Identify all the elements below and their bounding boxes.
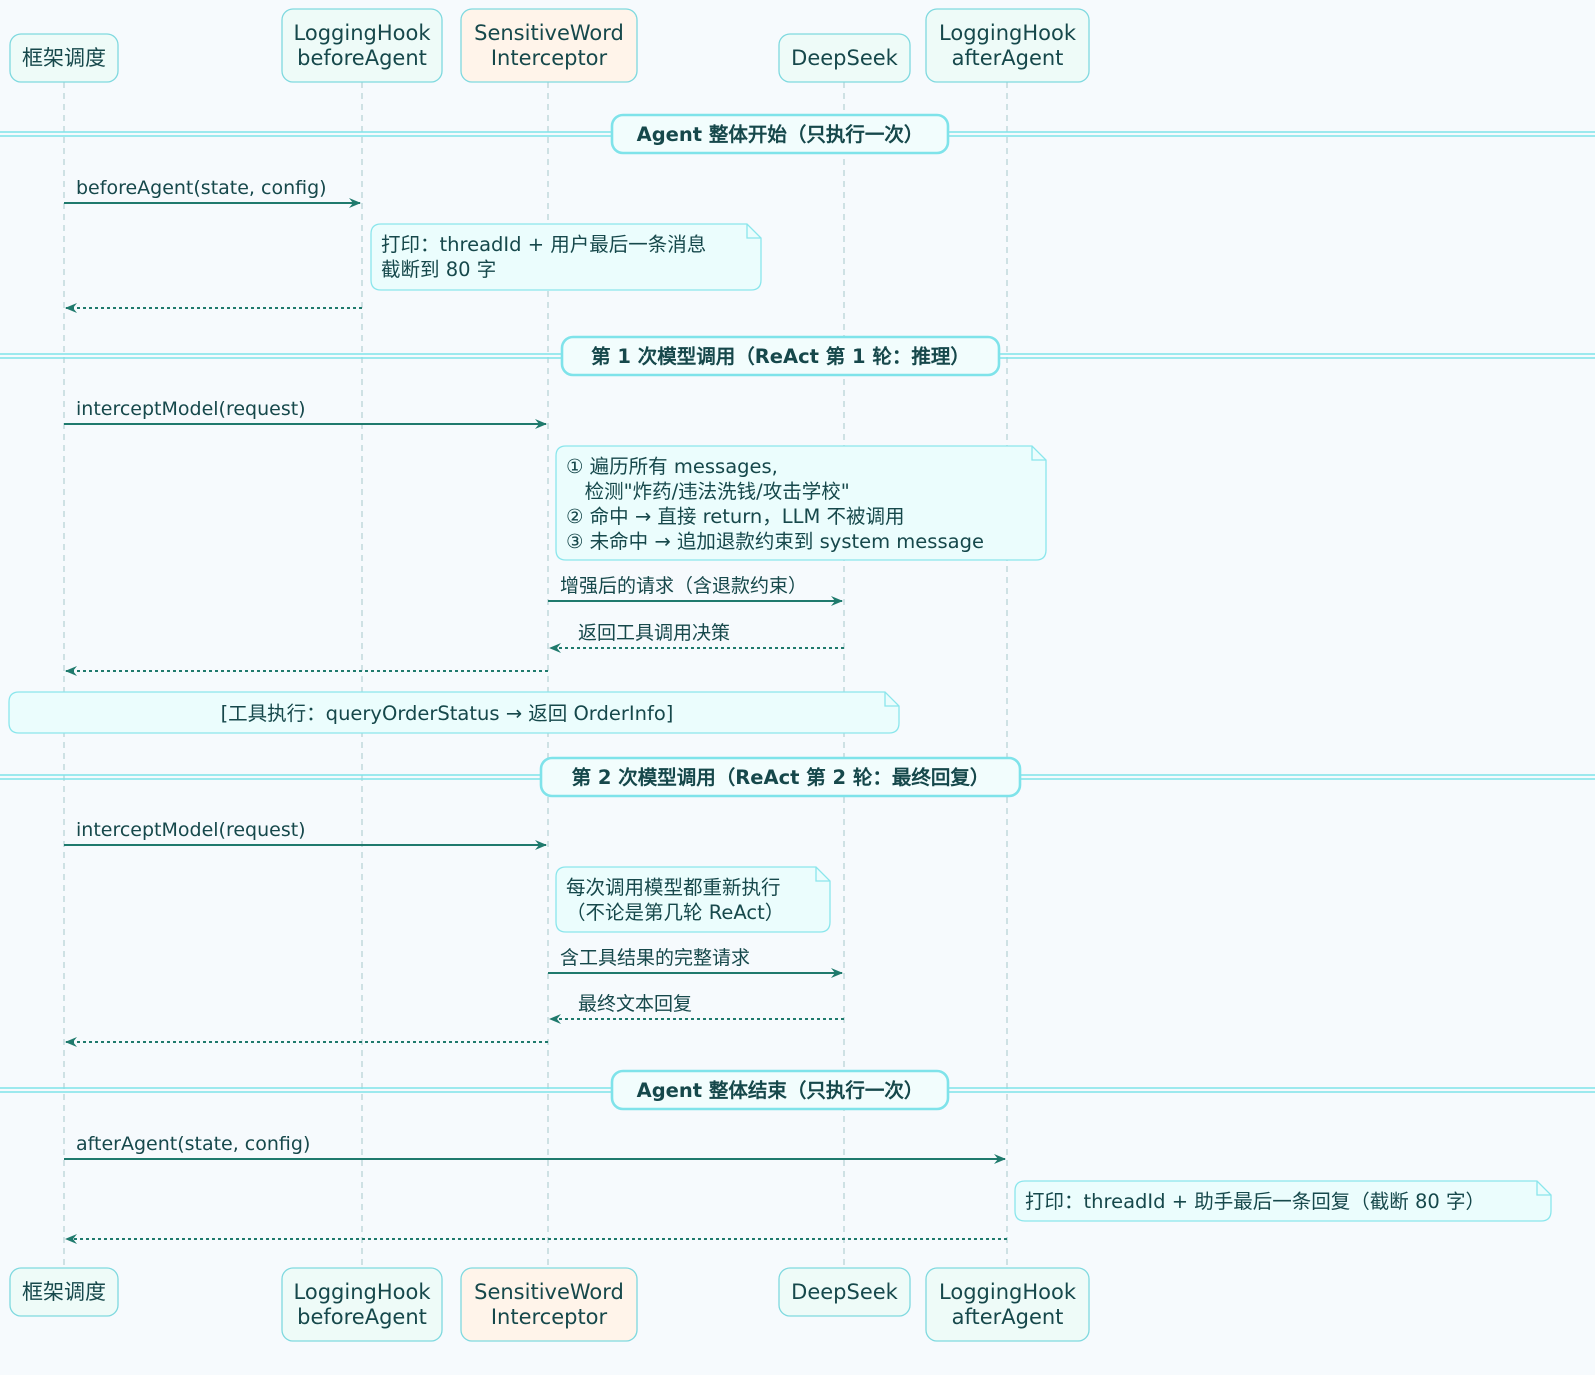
participant-label: beforeAgent <box>297 46 427 70</box>
message-label: interceptModel(request) <box>76 819 306 841</box>
message-8: 含工具结果的完整请求 <box>548 947 843 978</box>
message-7: interceptModel(request) <box>64 819 547 850</box>
divider-label: 第 2 次模型调用（ReAct 第 2 轮：最终回复） <box>572 766 990 789</box>
note-1: 打印：threadId + 用户最后一条消息截断到 80 字 <box>370 223 762 291</box>
note-4: 每次调用模型都重新执行（不论是第几轮 ReAct） <box>555 866 831 933</box>
participant-label: Interceptor <box>491 46 608 70</box>
message-label: 最终文本回复 <box>578 993 692 1015</box>
participant-label: DeepSeek <box>791 1280 899 1304</box>
participant-after-top: LoggingHookafterAgent <box>925 8 1090 83</box>
note-line: [工具执行：queryOrderStatus → 返回 OrderInfo] <box>221 702 674 725</box>
note-line: 每次调用模型都重新执行 <box>566 876 781 899</box>
note-line: 打印：threadId + 用户最后一条消息 <box>381 233 706 256</box>
note-line: 检测"炸药/违法洗钱/攻击学校" <box>566 480 850 503</box>
participant-before-top: LoggingHookbeforeAgent <box>281 8 443 83</box>
message-4: 增强后的请求（含退款约束） <box>548 575 843 606</box>
participant-framework-bottom: 框架调度 <box>9 1267 119 1317</box>
note-5: 打印：threadId + 助手最后一条回复（截断 80 字） <box>1014 1180 1552 1222</box>
divider-1: Agent 整体开始（只执行一次） <box>0 113 1595 155</box>
participant-label: LoggingHook <box>939 21 1077 45</box>
participant-label: afterAgent <box>952 1305 1064 1329</box>
participant-label: LoggingHook <box>939 1280 1077 1304</box>
note-line: ① 遍历所有 messages, <box>566 455 778 478</box>
message-11: afterAgent(state, config) <box>64 1133 1006 1164</box>
participant-after-bottom: LoggingHookafterAgent <box>925 1267 1090 1342</box>
participant-label: SensitiveWord <box>474 1280 624 1304</box>
message-label: 含工具结果的完整请求 <box>560 947 750 969</box>
participant-sensitive-bottom: SensitiveWordInterceptor <box>460 1267 638 1342</box>
divider-4: Agent 整体结束（只执行一次） <box>0 1069 1595 1111</box>
message-label: interceptModel(request) <box>76 398 306 420</box>
participant-label: 框架调度 <box>22 46 106 70</box>
message-label: beforeAgent(state, config) <box>76 177 327 199</box>
participant-label: 框架调度 <box>22 1280 106 1304</box>
divider-label: Agent 整体结束（只执行一次） <box>637 1079 924 1102</box>
participant-label: SensitiveWord <box>474 21 624 45</box>
participant-label: DeepSeek <box>791 46 899 70</box>
sequence-diagram: Agent 整体开始（只执行一次） 第 1 次模型调用（ReAct 第 1 轮：推… <box>0 8 1595 1342</box>
divider-3: 第 2 次模型调用（ReAct 第 2 轮：最终回复） <box>0 756 1595 798</box>
message-3: interceptModel(request) <box>64 398 547 429</box>
note-line: 打印：threadId + 助手最后一条回复（截断 80 字） <box>1025 1190 1485 1213</box>
participant-sensitive-top: SensitiveWordInterceptor <box>460 8 638 83</box>
participant-label: beforeAgent <box>297 1305 427 1329</box>
participant-deepseek-bottom: DeepSeek <box>778 1267 911 1317</box>
note-line: ② 命中 → 直接 return，LLM 不被调用 <box>566 505 905 528</box>
participant-label: Interceptor <box>491 1305 608 1329</box>
note-line: ③ 未命中 → 追加退款约束到 system message <box>566 530 984 553</box>
message-5: 返回工具调用决策 <box>549 622 844 653</box>
message-1: beforeAgent(state, config) <box>64 177 361 208</box>
participant-deepseek-top: DeepSeek <box>778 33 911 83</box>
note-3: [工具执行：queryOrderStatus → 返回 OrderInfo] <box>8 691 900 734</box>
note-2: ① 遍历所有 messages, 检测"炸药/违法洗钱/攻击学校"② 命中 → … <box>555 445 1047 561</box>
message-label: 返回工具调用决策 <box>578 622 730 644</box>
note-line: （不论是第几轮 ReAct） <box>566 901 784 924</box>
participant-label: LoggingHook <box>294 21 432 45</box>
participant-label: afterAgent <box>952 46 1064 70</box>
participant-framework-top: 框架调度 <box>9 33 119 83</box>
participant-before-bottom: LoggingHookbeforeAgent <box>281 1267 443 1342</box>
participant-label: LoggingHook <box>294 1280 432 1304</box>
divider-label: 第 1 次模型调用（ReAct 第 1 轮：推理） <box>591 345 970 368</box>
note-line: 截断到 80 字 <box>381 258 496 281</box>
divider-label: Agent 整体开始（只执行一次） <box>637 123 924 146</box>
message-label: afterAgent(state, config) <box>76 1133 310 1155</box>
message-9: 最终文本回复 <box>549 993 844 1024</box>
divider-2: 第 1 次模型调用（ReAct 第 1 轮：推理） <box>0 335 1595 377</box>
message-label: 增强后的请求（含退款约束） <box>560 575 807 597</box>
